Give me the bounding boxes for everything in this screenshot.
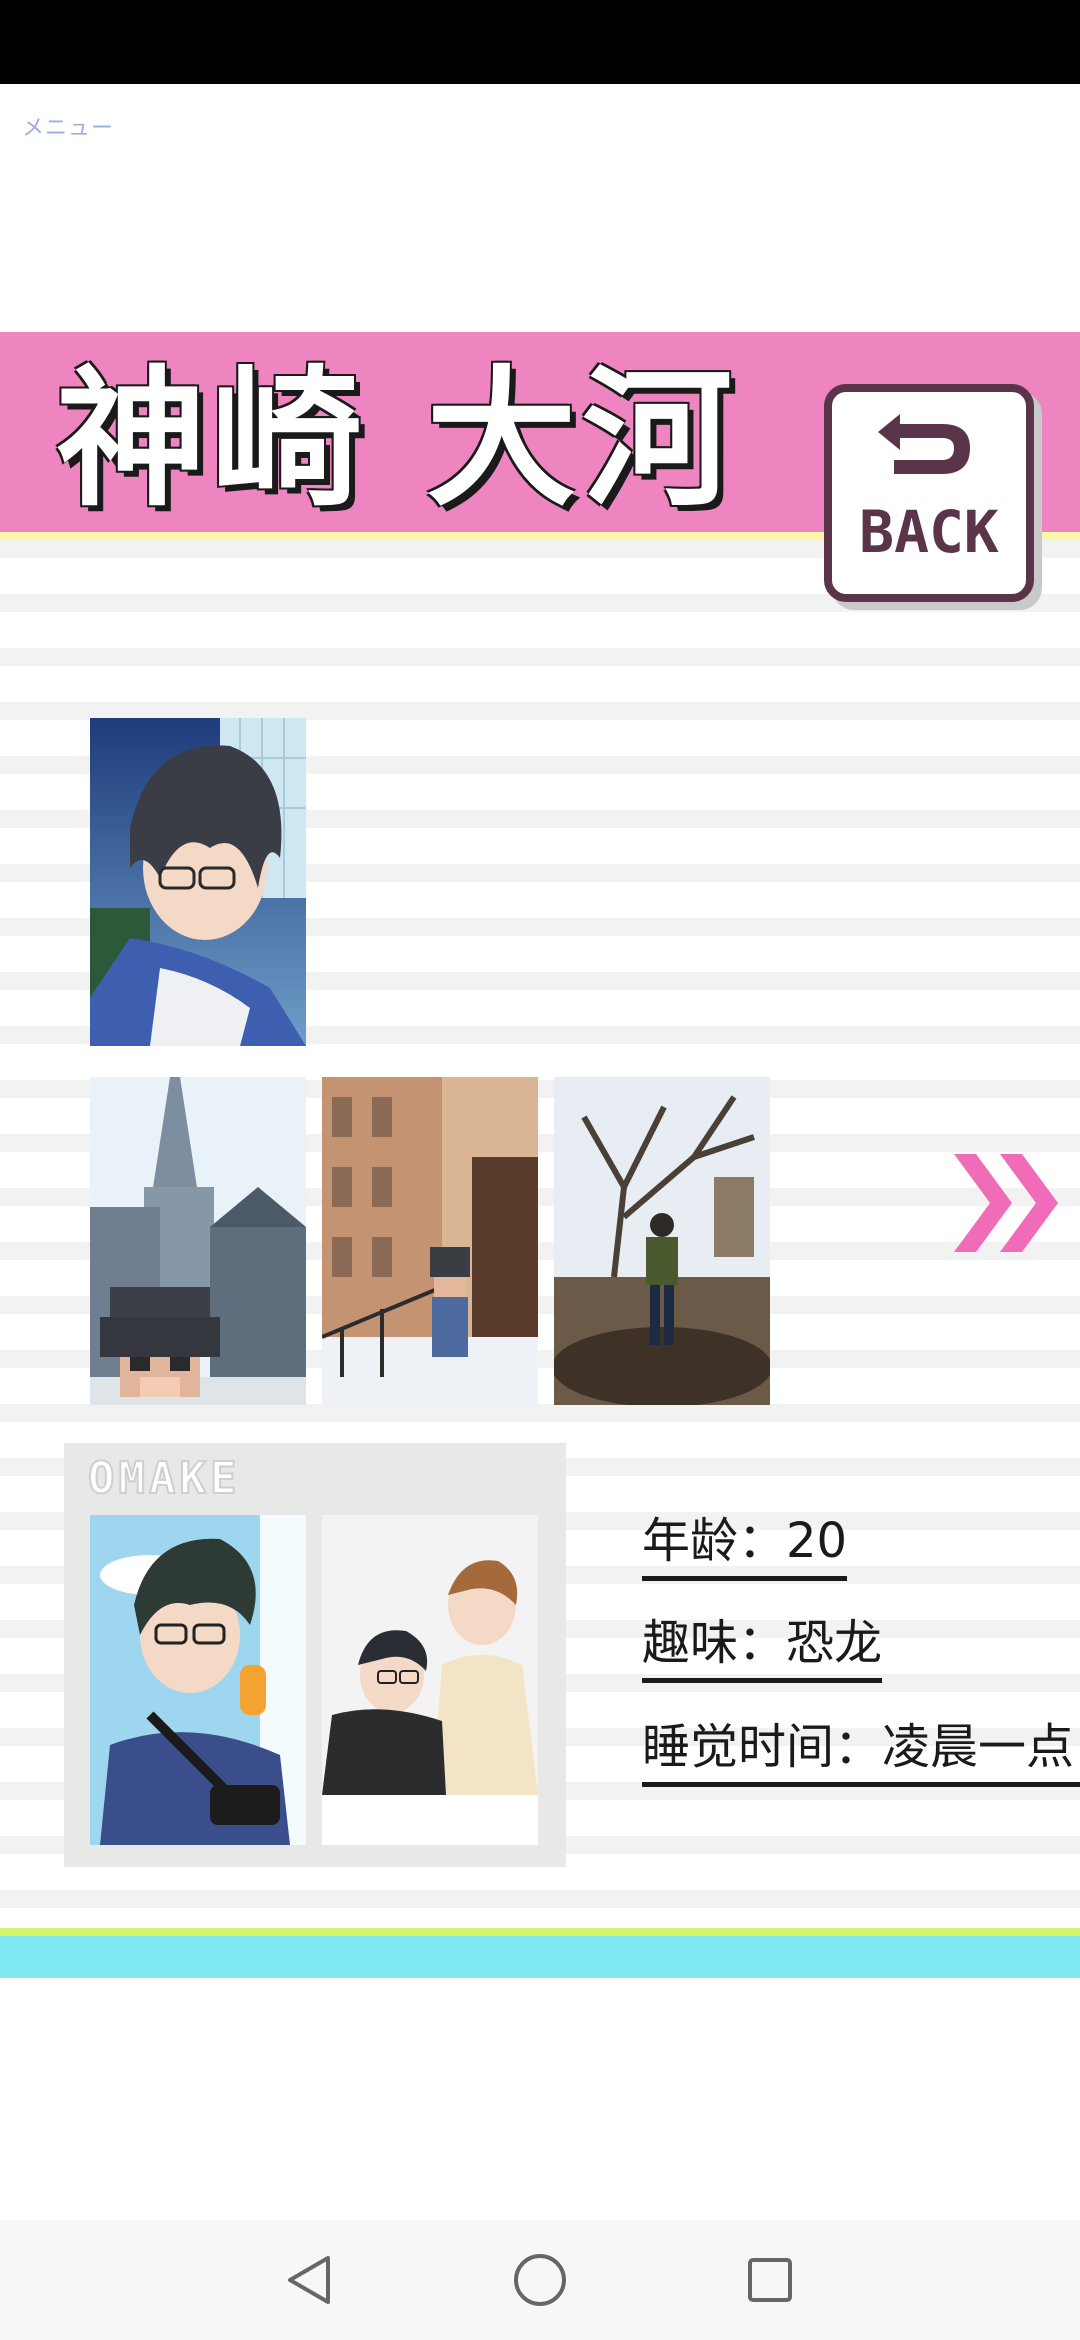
footer-stripe-green xyxy=(0,1928,1080,1936)
menu-link[interactable]: メニュー xyxy=(22,110,114,142)
omake-image-2[interactable] xyxy=(322,1515,538,1845)
square-recent-icon xyxy=(748,2258,792,2302)
photo-street[interactable] xyxy=(322,1077,538,1405)
triangle-back-icon xyxy=(288,2256,330,2304)
profile-hobby: 趣味：恐龙 xyxy=(642,1612,883,1683)
back-arrow-icon: BACK xyxy=(859,414,999,566)
omake-section: OMAKE xyxy=(64,1443,566,1867)
photo-tree[interactable] xyxy=(554,1077,770,1405)
footer-stripe-cyan xyxy=(0,1936,1080,1978)
omake-title: OMAKE xyxy=(87,1452,241,1505)
photo-church[interactable] xyxy=(90,1077,306,1405)
back-button[interactable]: BACK xyxy=(824,384,1034,602)
profile-age: 年龄：20 xyxy=(642,1510,848,1581)
nav-recent-button[interactable] xyxy=(740,2250,800,2310)
circle-home-icon xyxy=(514,2254,566,2306)
next-page-button[interactable] xyxy=(950,1148,1070,1258)
nav-home-button[interactable] xyxy=(510,2250,570,2310)
omake-image-1[interactable] xyxy=(90,1515,306,1845)
character-portrait[interactable] xyxy=(90,718,306,1046)
character-name: 神崎 大河 xyxy=(56,353,739,527)
status-bar xyxy=(0,0,1080,84)
double-chevron-right-icon xyxy=(954,1154,1058,1252)
system-nav-bar xyxy=(0,2220,1080,2340)
nav-back-button[interactable] xyxy=(280,2250,340,2310)
profile-sleep-time: 睡觉时间：凌晨一点 xyxy=(642,1716,1080,1787)
back-label: BACK xyxy=(859,498,999,566)
